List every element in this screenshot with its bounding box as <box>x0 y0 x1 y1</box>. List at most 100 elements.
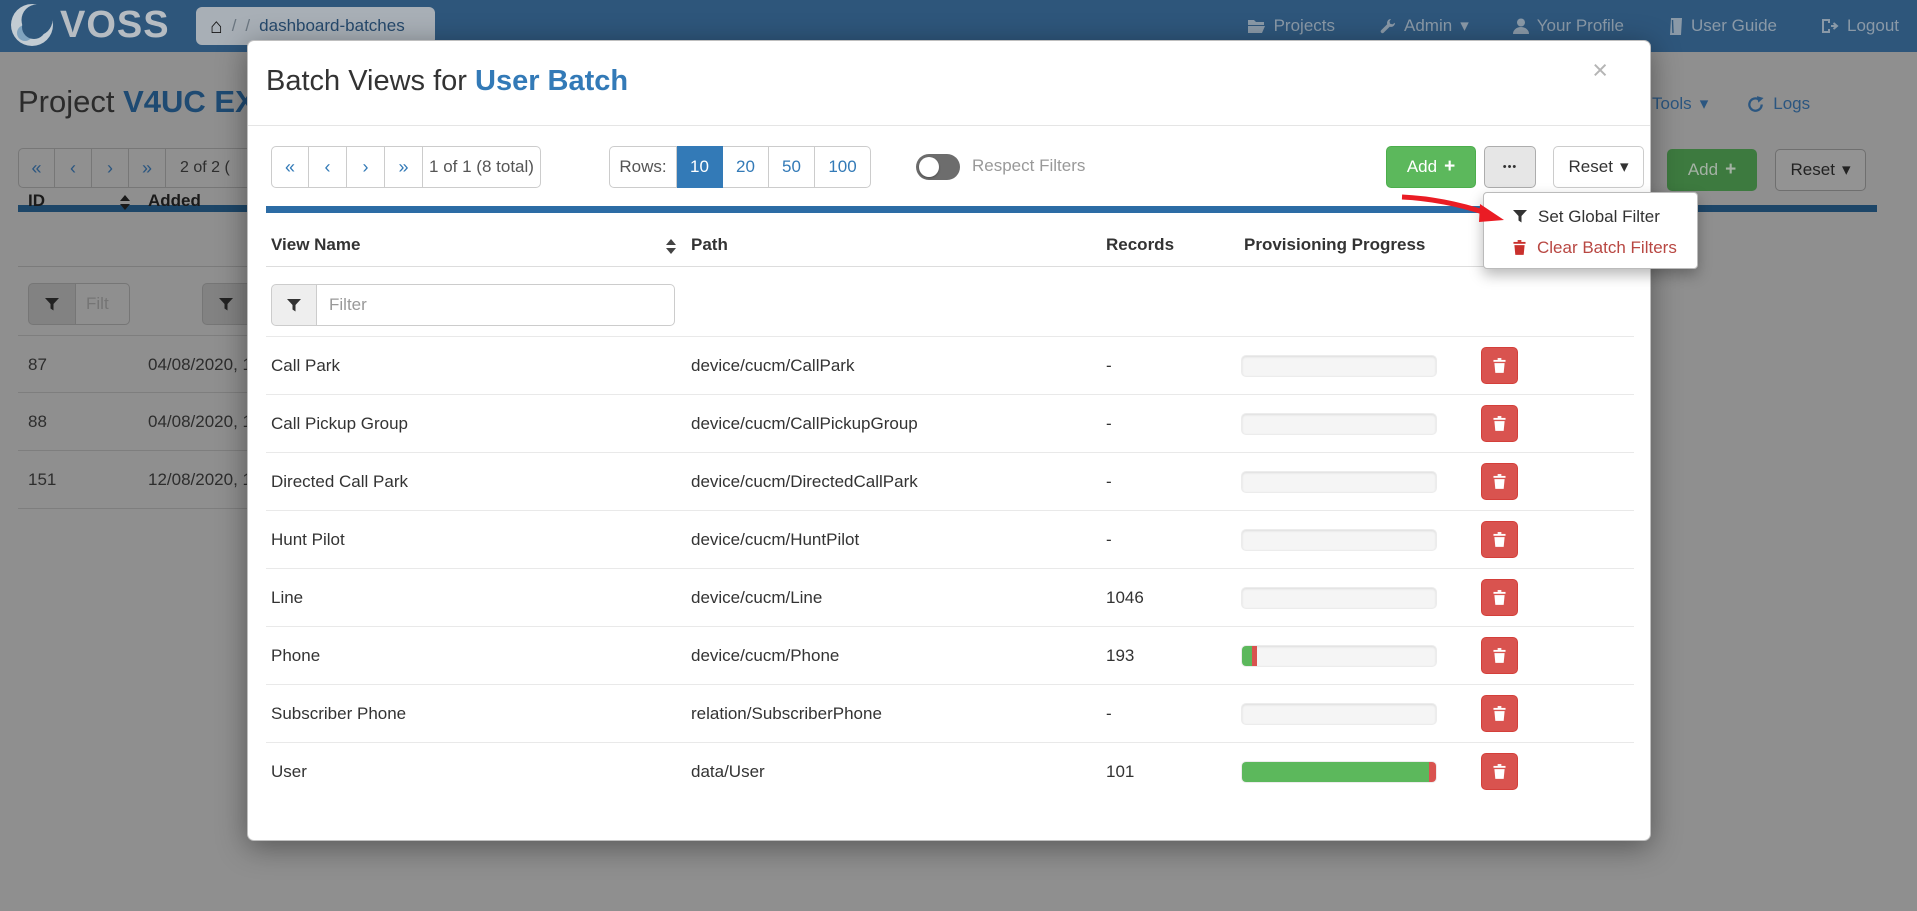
view-name-column-header[interactable]: View Name <box>271 235 360 255</box>
prev-page-button[interactable]: ‹ <box>309 146 347 188</box>
records-cell: 1046 <box>1106 588 1144 608</box>
nav-user-guide[interactable]: User Guide <box>1668 16 1777 36</box>
rows-option-50[interactable]: 50 <box>769 146 815 188</box>
respect-filters-toggle[interactable] <box>916 154 960 180</box>
id-filter-input[interactable] <box>76 283 130 325</box>
trash-icon <box>1493 764 1506 779</box>
nav-projects-label: Projects <box>1274 16 1335 36</box>
sort-icon[interactable] <box>666 239 676 254</box>
view-table-row: Subscriber Phone relation/SubscriberPhon… <box>266 685 1634 743</box>
first-page-button[interactable]: « <box>271 146 309 188</box>
provisioning-progress-bar <box>1241 645 1437 667</box>
background-add-button[interactable]: Add+ <box>1667 149 1757 191</box>
records-cell: - <box>1106 414 1112 434</box>
delete-view-button[interactable] <box>1481 405 1518 442</box>
path-cell: device/cucm/CallPark <box>691 356 854 376</box>
view-name-cell: Directed Call Park <box>271 472 408 492</box>
menu-item-clear-batch-filters[interactable]: Clear Batch Filters <box>1484 232 1697 263</box>
progress-success-segment <box>1242 646 1252 666</box>
breadcrumb-current[interactable]: dashboard-batches <box>259 16 405 36</box>
background-table-row: 87 04/08/2020, 1 <box>18 335 249 393</box>
delete-view-button[interactable] <box>1481 695 1518 732</box>
provisioning-progress-bar <box>1241 703 1437 725</box>
trash-icon <box>1493 590 1506 605</box>
path-cell: device/cucm/HuntPilot <box>691 530 859 550</box>
modal-header: Batch Views for User Batch × <box>248 41 1650 126</box>
last-page-button[interactable]: » <box>129 148 166 188</box>
path-column-header[interactable]: Path <box>691 235 728 255</box>
plus-icon: + <box>1444 156 1455 178</box>
records-column-header: Records <box>1106 235 1174 255</box>
caret-down-icon: ▾ <box>1842 160 1851 180</box>
filter-funnel-button[interactable] <box>28 283 76 325</box>
modal-title: Batch Views for User Batch <box>266 65 628 98</box>
filter-funnel-button[interactable] <box>271 284 317 326</box>
view-name-cell: Hunt Pilot <box>271 530 345 550</box>
view-table-body: Call Park device/cucm/CallPark - Call Pi… <box>266 336 1634 801</box>
trash-icon <box>1493 474 1506 489</box>
voss-logo[interactable]: VOSS <box>10 3 170 47</box>
filter-funnel-button[interactable] <box>202 283 250 325</box>
delete-view-button[interactable] <box>1481 347 1518 384</box>
menu-item-set-global-filter[interactable]: Set Global Filter <box>1484 201 1697 232</box>
delete-view-button[interactable] <box>1481 637 1518 674</box>
records-cell: 101 <box>1106 762 1134 782</box>
view-table-header: View Name Path Records Provisioning Prog… <box>248 231 1650 266</box>
next-page-button[interactable]: › <box>347 146 385 188</box>
last-page-button[interactable]: » <box>385 146 423 188</box>
next-page-button[interactable]: › <box>92 148 129 188</box>
progress-success-segment <box>1242 762 1429 782</box>
voss-logo-icon <box>10 3 54 47</box>
nav-user-guide-label: User Guide <box>1691 16 1777 36</box>
delete-view-button[interactable] <box>1481 579 1518 616</box>
screen: VOSS ⌂ / / dashboard-batches Projects Ad… <box>0 0 1917 911</box>
history-icon <box>1746 95 1765 114</box>
progress-error-segment <box>1429 762 1436 782</box>
provisioning-progress-bar <box>1241 471 1437 493</box>
background-reset-button[interactable]: Reset▾ <box>1775 149 1866 191</box>
home-icon[interactable]: ⌂ <box>210 16 223 37</box>
funnel-icon <box>45 298 59 311</box>
records-cell: - <box>1106 472 1112 492</box>
view-table-row: Line device/cucm/Line 1046 <box>266 569 1634 627</box>
nav-logout[interactable]: Logout <box>1821 16 1899 36</box>
rows-option-100[interactable]: 100 <box>815 146 871 188</box>
rows-option-20[interactable]: 20 <box>723 146 769 188</box>
added-cell: 04/08/2020, 1 <box>148 355 248 375</box>
nav-admin[interactable]: Admin ▾ <box>1379 16 1469 36</box>
modal-toolbar: « ‹ › » 1 of 1 (8 total) Rows: 10 20 50 … <box>248 146 1650 188</box>
logs-link[interactable]: Logs <box>1746 94 1810 114</box>
nav-your-profile[interactable]: Your Profile <box>1513 16 1624 36</box>
view-name-filter-input[interactable] <box>317 284 675 326</box>
sort-icon[interactable] <box>120 195 130 210</box>
delete-view-button[interactable] <box>1481 463 1518 500</box>
rows-option-10[interactable]: 10 <box>677 146 723 188</box>
delete-view-button[interactable] <box>1481 521 1518 558</box>
batch-name: User Batch <box>475 65 628 97</box>
add-view-button[interactable]: Add+ <box>1386 146 1476 188</box>
trash-icon <box>1493 648 1506 663</box>
id-cell: 87 <box>28 355 47 375</box>
id-column-header[interactable]: ID <box>28 191 45 211</box>
menu-item-label: Clear Batch Filters <box>1537 238 1677 258</box>
delete-view-button[interactable] <box>1481 753 1518 790</box>
path-cell: device/cucm/CallPickupGroup <box>691 414 918 434</box>
close-icon[interactable]: × <box>1592 57 1608 84</box>
background-table-body: 87 04/08/2020, 1 88 04/08/2020, 1 151 12… <box>18 335 249 509</box>
id-cell: 151 <box>28 470 56 490</box>
first-page-button[interactable]: « <box>18 148 55 188</box>
provisioning-progress-bar <box>1241 529 1437 551</box>
view-name-cell: Subscriber Phone <box>271 704 406 724</box>
annotation-arrow <box>1398 188 1510 232</box>
reset-button[interactable]: Reset▾ <box>1553 146 1644 188</box>
provisioning-progress-bar <box>1241 413 1437 435</box>
view-name-cell: Phone <box>271 646 320 666</box>
nav-projects[interactable]: Projects <box>1247 16 1335 36</box>
path-cell: device/cucm/Line <box>691 588 822 608</box>
added-column-header[interactable]: Added <box>148 191 201 211</box>
prev-page-button[interactable]: ‹ <box>55 148 92 188</box>
nav-logout-label: Logout <box>1847 16 1899 36</box>
more-actions-button[interactable]: ••• <box>1484 146 1536 188</box>
records-cell: - <box>1106 530 1112 550</box>
added-cell: 04/08/2020, 1 <box>148 412 248 432</box>
